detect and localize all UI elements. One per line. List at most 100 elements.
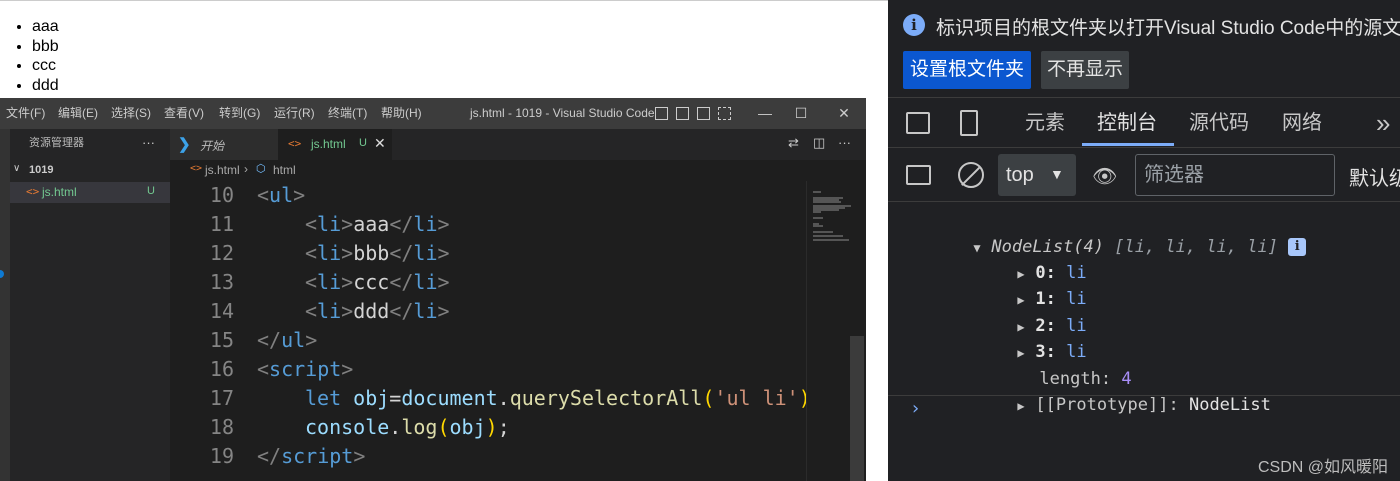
tab-start[interactable]: ❯ 开始	[170, 129, 278, 160]
line-number: 18	[209, 415, 234, 439]
menu-run[interactable]: 运行(R)	[274, 98, 315, 129]
minimap-line	[813, 225, 823, 227]
close-tab-icon[interactable]: ✕	[374, 135, 386, 152]
scrollbar[interactable]	[850, 336, 864, 481]
clear-console-icon[interactable]	[958, 162, 984, 188]
minimap-line	[813, 211, 821, 213]
breadcrumb-node[interactable]: html	[273, 163, 296, 177]
tab-network[interactable]: 网络	[1282, 98, 1322, 148]
toggle-sidebar-icon[interactable]	[655, 107, 668, 120]
file-name: js.html	[42, 185, 77, 199]
caret-down-icon: ▼	[1050, 166, 1064, 182]
code-line[interactable]: 12 <li>bbb</li>	[170, 239, 810, 268]
line-number: 17	[209, 386, 234, 410]
git-status-badge: U	[359, 137, 367, 149]
code-text: let obj=document.querySelectorAll('ul li…	[305, 386, 811, 410]
breadcrumb-separator: ›	[244, 162, 248, 176]
html-file-icon: <>	[288, 137, 302, 150]
tab-console[interactable]: 控制台	[1097, 98, 1157, 148]
dont-show-again-button[interactable]: 不再显示	[1041, 51, 1130, 89]
device-toolbar-icon[interactable]	[960, 110, 978, 136]
list-item: bbb	[32, 37, 59, 57]
line-number: 12	[209, 241, 234, 265]
breadcrumb-file[interactable]: js.html	[205, 163, 240, 177]
context-select[interactable]: top ▼	[998, 154, 1076, 196]
html-file-icon: <>	[26, 185, 40, 198]
inspect-element-icon[interactable]	[906, 112, 930, 134]
console-toolbar: top ▼ 👁 默认级别	[888, 148, 1400, 202]
prototype-row[interactable]: ▶ [[Prototype]]: NodeList	[956, 366, 1270, 415]
console-prompt[interactable]: ›	[910, 398, 921, 419]
html-file-icon: <>	[190, 163, 203, 174]
line-number: 11	[209, 212, 234, 236]
set-root-folder-button[interactable]: 设置根文件夹	[903, 51, 1032, 89]
code-text: <li>ccc</li>	[305, 270, 450, 294]
code-line[interactable]: 17 let obj=document.querySelectorAll('ul …	[170, 384, 811, 413]
file-item-js-html[interactable]: <> js.html U	[10, 182, 170, 203]
vscode-window: 文件(F) 编辑(E) 选择(S) 查看(V) 转到(G) 运行(R) 终端(T…	[0, 98, 866, 481]
code-line[interactable]: 15 </ul>	[170, 326, 810, 355]
menu-help[interactable]: 帮助(H)	[381, 98, 422, 129]
menu-view[interactable]: 查看(V)	[164, 98, 204, 129]
devtools-panel: i 标识项目的根文件夹以打开Visual Studio Code中的源文 设置根…	[888, 0, 1400, 481]
triangle-right-icon[interactable]: ▶	[1017, 393, 1035, 419]
nodelist-preview: [li, li, li, li]	[1114, 237, 1279, 257]
code-text: <script>	[257, 357, 354, 381]
customize-layout-icon[interactable]	[718, 107, 731, 120]
vscode-logo-icon: ❯	[178, 136, 191, 153]
code-line[interactable]: 10 <ul>	[170, 181, 810, 210]
code-line[interactable]: 13 <li>ccc</li>	[170, 268, 810, 297]
open-changes-icon[interactable]: ⇄	[788, 135, 799, 151]
more-actions-icon[interactable]: ···	[142, 129, 155, 156]
code-line[interactable]: 14 <li>ddd</li>	[170, 297, 810, 326]
code-editor[interactable]: 10 <ul> 11 <li>aaa</li> 12 <li>bbb</li> 13 <li>…	[170, 181, 866, 481]
more-tabs-icon[interactable]: »	[1376, 98, 1390, 148]
folder-name: 1019	[29, 164, 54, 176]
minimap-line	[813, 191, 821, 193]
code-text: console.log(obj);	[305, 415, 510, 439]
maximize-button[interactable]: ☐	[786, 98, 816, 129]
split-editor-icon[interactable]: ◫	[813, 135, 825, 151]
length-row: length: 4	[1039, 369, 1132, 389]
tab-sources[interactable]: 源代码	[1189, 98, 1249, 148]
nodelist-entry[interactable]: ▶ 3: li	[956, 313, 1086, 362]
menu-selection[interactable]: 选择(S)	[111, 98, 151, 129]
close-window-button[interactable]: ✕	[829, 98, 859, 129]
code-line[interactable]: 11 <li>aaa</li>	[170, 210, 810, 239]
menu-go[interactable]: 转到(G)	[219, 98, 260, 129]
menu-terminal[interactable]: 终端(T)	[328, 98, 367, 129]
chevron-down-icon: ∨	[13, 163, 21, 174]
code-line[interactable]: 16 <script>	[170, 355, 810, 384]
minimap-line	[813, 201, 841, 203]
folder-row[interactable]: ∨ 1019	[10, 160, 170, 182]
breadcrumb: <> js.html › ⬡ html	[170, 160, 866, 181]
code-line[interactable]: 19 </script>	[170, 442, 810, 471]
log-levels-dropdown[interactable]: 默认级别	[1349, 162, 1400, 191]
activity-indicator-icon	[0, 270, 4, 278]
tab-js-html[interactable]: <> js.html U ✕	[278, 129, 392, 160]
prototype-key: [[Prototype]]	[1035, 395, 1169, 415]
line-number: 10	[209, 183, 234, 207]
toggle-secondary-sidebar-icon[interactable]	[697, 107, 710, 120]
nodelist-entry[interactable]: ▶ 0: li	[956, 234, 1086, 283]
line-number: 15	[209, 328, 234, 352]
nodelist-entry[interactable]: ▶ 2: li	[956, 287, 1086, 336]
nodelist-row[interactable]: ▼ NodeList(4) [li, li, li, li] i	[936, 208, 1307, 257]
live-expression-eye-icon[interactable]: 👁	[1092, 164, 1117, 189]
tab-elements[interactable]: 元素	[1025, 98, 1065, 148]
info-icon: i	[903, 14, 925, 36]
context-label: top	[1006, 164, 1034, 186]
menu-file[interactable]: 文件(F)	[6, 98, 45, 129]
filter-input[interactable]	[1135, 154, 1335, 196]
toggle-panel-icon[interactable]	[676, 107, 689, 120]
nodelist-entry[interactable]: ▶ 1: li	[956, 260, 1086, 309]
minimize-button[interactable]: —	[750, 98, 780, 129]
console-divider	[888, 395, 1400, 396]
more-actions-icon[interactable]: ···	[838, 135, 851, 150]
symbol-icon: ⬡	[256, 163, 266, 175]
menu-edit[interactable]: 编辑(E)	[58, 98, 98, 129]
code-line[interactable]: 18 console.log(obj);	[170, 413, 810, 442]
code-text: <ul>	[257, 183, 306, 207]
minimap-line	[813, 231, 833, 233]
show-sidebar-icon[interactable]	[906, 165, 931, 185]
